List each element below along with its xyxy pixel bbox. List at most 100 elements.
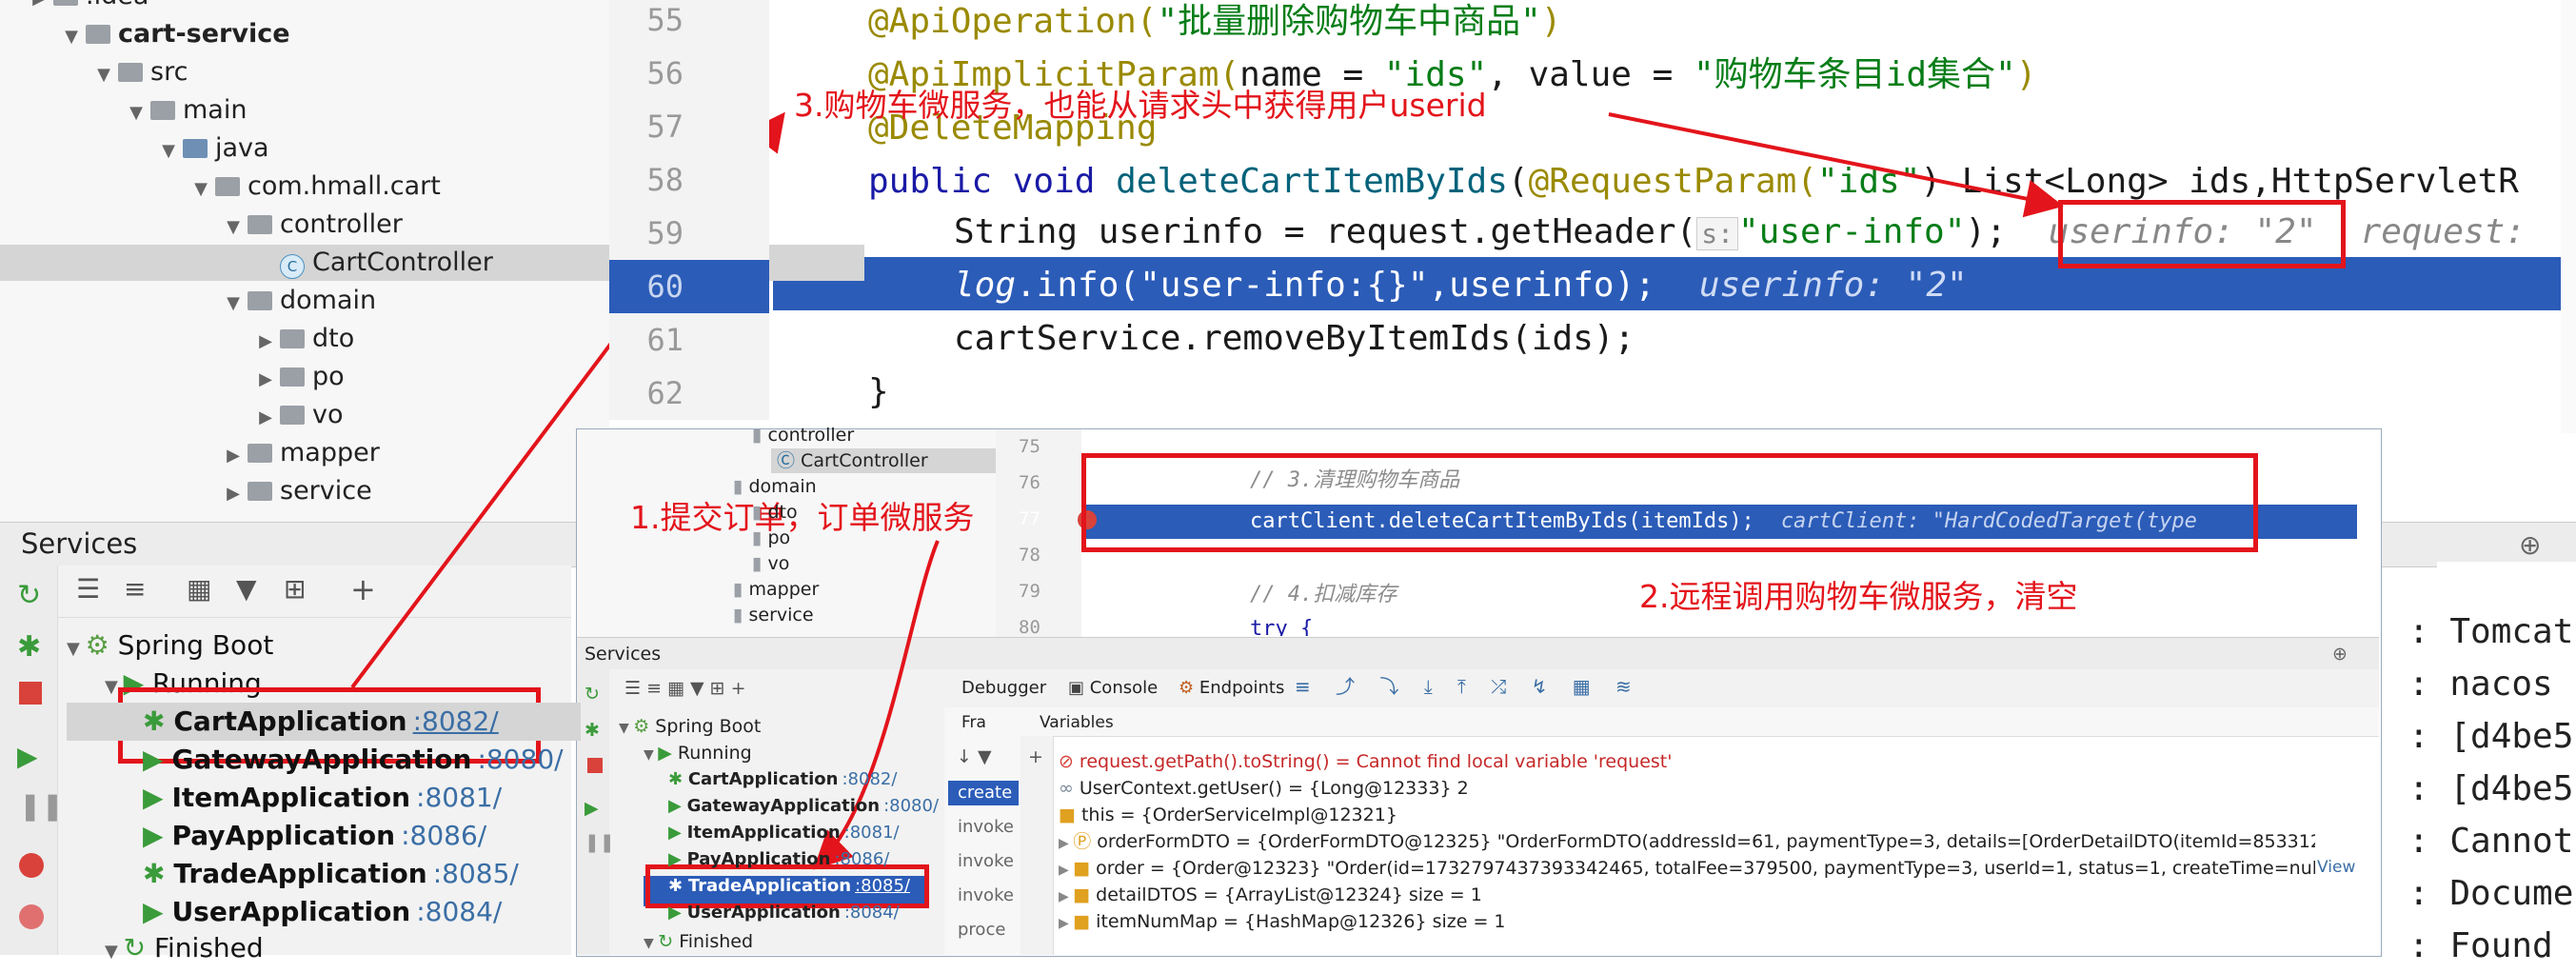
tree-expand-icon[interactable]: ▼ (126, 95, 147, 131)
expand-variable-icon[interactable]: ▶ (1059, 863, 1073, 878)
console-line: : Cannot (2408, 822, 2574, 861)
overlay-tree-item[interactable]: ▮ controller (752, 423, 854, 447)
tree-expand-icon[interactable]: ▶ (29, 0, 50, 17)
tree-item[interactable]: ▼ com.hmall.cart (190, 169, 441, 205)
tree-item[interactable]: ▶ po (255, 359, 345, 395)
expand-variable-icon[interactable]: ▶ (1059, 889, 1073, 904)
class-icon: Ⓒ (777, 450, 802, 471)
variable-row[interactable]: ▶ ■ detailDTOS = {ArrayList@12324} size =… (1059, 882, 2315, 910)
console-line: : Docume (2408, 874, 2574, 913)
overlay-line-number: 78 (1019, 545, 1040, 566)
tree-item[interactable]: ▼ cart-service (61, 16, 289, 55)
folder-icon: ▮ (752, 425, 768, 446)
service-app[interactable]: ▶ GatewayApplication:8080/ (143, 741, 564, 779)
tree-expand-icon[interactable]: ▶ (255, 324, 276, 360)
expand-variable-icon[interactable]: ▶ (1059, 836, 1073, 851)
line-number: 62 (609, 367, 769, 420)
frame-item[interactable]: create (948, 781, 1019, 805)
run-app-icon: ▶ (143, 782, 172, 813)
overlay-service-app[interactable]: ▶ GatewayApplication:8080/ (668, 794, 939, 819)
debug-app-icon: ✱ (668, 876, 688, 896)
tree-item[interactable]: ▼ domain (223, 283, 376, 319)
service-app[interactable]: ▶ ItemApplication:8081/ (143, 779, 502, 817)
run-app-icon: ▶ (143, 820, 172, 851)
folder-icon: ▮ (733, 605, 749, 626)
variable-row[interactable]: ⊘ request.getPath().toString() = Cannot f… (1059, 748, 2315, 777)
overlay-service-app[interactable]: ▶ UserApplication:8084/ (668, 901, 900, 925)
frame-item[interactable]: invoke (958, 849, 1019, 874)
folder-icon (215, 177, 240, 196)
folder-icon (280, 367, 305, 387)
tree-expand-icon[interactable]: ▼ (223, 286, 244, 322)
tree-item[interactable]: ▼ src (93, 54, 188, 90)
line-number: 59 (609, 207, 769, 260)
tree-item-label: .idea (86, 0, 149, 10)
overlay-service-app[interactable]: ✱ CartApplication:8082/ (668, 767, 897, 792)
overlay-tree-item[interactable]: ▮ po (752, 526, 790, 550)
tree-item[interactable]: ▼ controller (223, 207, 403, 243)
run-app-icon: ▶ (143, 896, 172, 927)
variable-row[interactable]: ∞ UserContext.getUser() = {Long@12333} 2 (1059, 775, 2315, 804)
service-app[interactable]: ✱ TradeApplication:8085/ (143, 855, 519, 893)
overlay-tree-item[interactable]: ▮ service (733, 603, 814, 627)
overlay-tree-item[interactable]: ▮ mapper (733, 577, 819, 602)
frame-item[interactable]: invoke (958, 815, 1019, 840)
folder-icon: ▮ (733, 476, 749, 497)
tree-item[interactable]: ▶ service (223, 473, 372, 509)
tree-expand-icon[interactable]: ▶ (255, 362, 276, 398)
frame-item[interactable]: proce (958, 918, 1019, 943)
folder-icon (183, 139, 208, 158)
overlay-tree-item[interactable]: Ⓒ CartController (771, 448, 996, 473)
tree-item[interactable]: ▶ dto (255, 321, 354, 357)
overlay-service-app[interactable]: ✱ TradeApplication:8085/ (668, 874, 910, 899)
console-line: : Found (2408, 926, 2553, 965)
folder-icon: ▮ (733, 579, 749, 600)
tree-item-label: src (150, 57, 188, 87)
overlay-tree-item[interactable]: ▮ domain (733, 474, 817, 499)
tree-expand-icon[interactable]: ▼ (223, 209, 244, 246)
overlay-service-app[interactable]: ▶ ItemApplication:8081/ (668, 821, 900, 845)
service-app[interactable]: ✱ CartApplication:8082/ (67, 703, 581, 741)
variable-row[interactable]: ▶ ■ itemNumMap = {HashMap@12326} size = 1 (1059, 908, 2315, 937)
tree-item-label: java (215, 133, 269, 163)
tree-item[interactable]: ▼ java (158, 130, 269, 167)
folder-icon (280, 329, 305, 348)
service-app[interactable]: ▶ PayApplication:8086/ (143, 817, 486, 855)
frame-item[interactable]: invoke (958, 884, 1019, 908)
overlay-line-number: 75 (1019, 436, 1040, 457)
tree-item-label: main (183, 95, 248, 125)
variable-row[interactable]: ▶ ⓅorderFormDTO = {OrderFormDTO@12325} "… (1059, 828, 2315, 857)
tree-item[interactable]: ▶ mapper (223, 435, 380, 471)
line-number: 61 (609, 313, 769, 367)
variable-row[interactable]: ■ this = {OrderServiceImpl@12321} (1059, 802, 2315, 830)
tree-expand-icon[interactable]: ▼ (93, 57, 114, 93)
tree-item[interactable]: ▶ .idea (29, 0, 149, 14)
error-icon: ⊘ (1059, 751, 1074, 772)
overlay-line-number: 80 (1019, 617, 1040, 638)
service-app[interactable]: ▶ UserApplication:8084/ (143, 893, 502, 931)
watch-icon: ∞ (1059, 778, 1074, 799)
tree-expand-icon[interactable]: ▶ (255, 400, 276, 436)
tree-expand-icon[interactable]: ▼ (158, 133, 179, 169)
tree-expand-icon[interactable]: ▼ (61, 19, 82, 55)
tree-item[interactable]: ▼ main (126, 92, 247, 129)
line-number: 55 (609, 0, 769, 47)
tree-item[interactable]: ▶ vo (255, 397, 343, 436)
tree-item-label: dto (312, 324, 355, 353)
console-line: : nacos (2408, 665, 2553, 704)
field-icon: ■ (1073, 884, 1091, 905)
tree-item-label: controller (280, 209, 403, 239)
tree-expand-icon[interactable]: ▼ (190, 171, 211, 208)
folder-icon (248, 215, 272, 234)
parameter-icon: Ⓟ (1073, 831, 1092, 852)
overlay-tree-item[interactable]: ▮ dto (752, 500, 798, 525)
overlay-service-app[interactable]: ▶ PayApplication:8086/ (668, 847, 889, 872)
expand-variable-icon[interactable]: ▶ (1059, 916, 1073, 931)
tree-expand-icon[interactable]: ▶ (223, 476, 244, 512)
folder-icon (118, 63, 143, 82)
tree-expand-icon[interactable]: ▶ (223, 438, 244, 474)
field-icon: ■ (1073, 858, 1091, 879)
variable-row[interactable]: ▶ ■ order = {Order@12323} "Order(id=17327… (1059, 855, 2315, 884)
line-number: 58 (609, 153, 769, 207)
overlay-tree-item[interactable]: ▮ vo (752, 551, 789, 576)
